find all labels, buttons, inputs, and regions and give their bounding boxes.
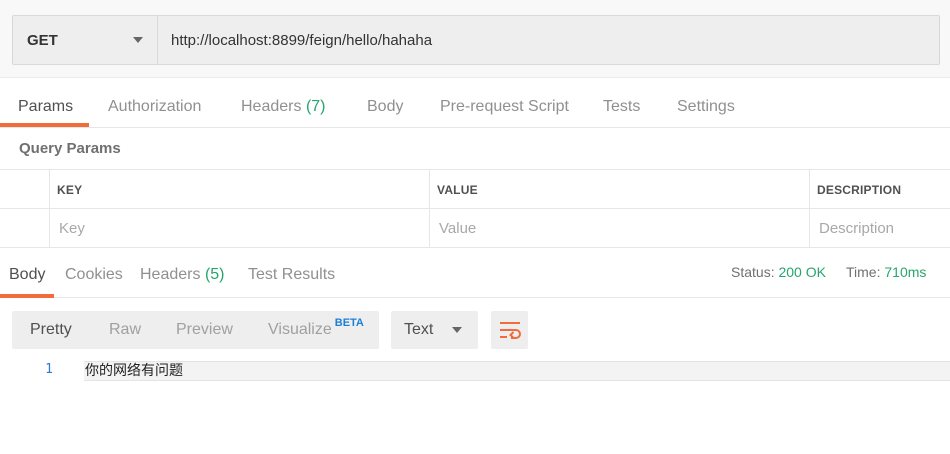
tab-label: Authorization (108, 98, 202, 115)
time-value: 710ms (884, 264, 927, 280)
status-indicator[interactable]: Status: 200 OK (731, 264, 826, 280)
pretty-button[interactable]: Pretty (30, 311, 72, 349)
tab-label: Tests (603, 98, 641, 115)
status-label: Status: (731, 264, 775, 280)
method-select[interactable]: GET (13, 16, 158, 64)
description-input[interactable]: Description (809, 209, 950, 248)
column-header-value: VALUE (429, 170, 810, 209)
visualize-label: Visualize (268, 321, 332, 338)
key-input[interactable]: Key (49, 209, 430, 248)
tab-body[interactable]: Body (367, 88, 403, 128)
request-url-area: GET (0, 0, 950, 78)
tab-pre-request-script[interactable]: Pre-request Script (440, 88, 569, 128)
raw-button[interactable]: Raw (109, 311, 141, 349)
url-bar: GET (12, 15, 940, 65)
tab-response-body[interactable]: Body (9, 256, 45, 296)
line-number: 1 (45, 362, 53, 377)
chevron-down-icon (133, 37, 143, 43)
language-select[interactable]: Text (391, 311, 478, 349)
language-label: Text (404, 321, 434, 338)
active-tab-indicator (0, 123, 89, 127)
chevron-down-icon (452, 327, 462, 333)
tab-headers[interactable]: Headers (7) (241, 88, 326, 128)
tab-label: Pre-request Script (440, 98, 569, 115)
column-header-description: DESCRIPTION (809, 170, 950, 209)
wrap-lines-icon (499, 322, 521, 339)
tab-count-badge: (5) (204, 266, 225, 283)
tab-label: Headers (241, 98, 302, 115)
tab-label: Test Results (248, 266, 336, 283)
value-input[interactable]: Value (429, 209, 810, 248)
time-label: Time: (846, 264, 881, 280)
tab-label: Headers (140, 266, 201, 283)
code-line: 1 你的网络有问题 (0, 361, 950, 381)
url-input[interactable] (158, 16, 939, 64)
wrap-lines-button[interactable] (491, 311, 528, 349)
method-label: GET (27, 31, 58, 49)
tab-label: Cookies (65, 266, 123, 283)
tab-label: Settings (677, 98, 735, 115)
table-row: Key Value Description (0, 209, 950, 248)
response-tabs: Body Cookies Headers (5) Test Results St… (0, 256, 950, 298)
beta-badge: BETA (334, 317, 364, 329)
format-toggle-group: Pretty Raw Preview Visualize BETA (12, 311, 379, 349)
tab-response-headers[interactable]: Headers (5) (140, 256, 225, 296)
response-body-editor[interactable]: 1 你的网络有问题 (0, 361, 950, 454)
tab-params[interactable]: Params (18, 88, 73, 128)
tab-label: Body (367, 98, 404, 115)
active-tab-indicator (0, 294, 54, 298)
tab-label: Params (18, 98, 74, 115)
tab-authorization[interactable]: Authorization (108, 88, 201, 128)
table-header-row: KEY VALUE DESCRIPTION (0, 170, 950, 209)
tab-tests[interactable]: Tests (603, 88, 640, 128)
time-indicator[interactable]: Time: 710ms (846, 264, 926, 280)
tab-test-results[interactable]: Test Results (248, 256, 335, 296)
preview-button[interactable]: Preview (176, 311, 233, 349)
visualize-button[interactable]: Visualize BETA (268, 311, 364, 349)
status-value: 200 OK (778, 264, 826, 280)
query-params-table: KEY VALUE DESCRIPTION Key Value Descript… (0, 169, 950, 248)
tab-label: Body (9, 266, 46, 283)
request-tabs: Params Authorization Headers (7) Body Pr… (0, 88, 950, 128)
tab-cookies[interactable]: Cookies (65, 256, 123, 296)
tab-count-badge: (7) (305, 98, 326, 115)
query-params-title: Query Params (19, 140, 121, 157)
column-header-key: KEY (49, 170, 430, 209)
line-content: 你的网络有问题 (84, 361, 950, 381)
tab-settings[interactable]: Settings (677, 88, 735, 128)
